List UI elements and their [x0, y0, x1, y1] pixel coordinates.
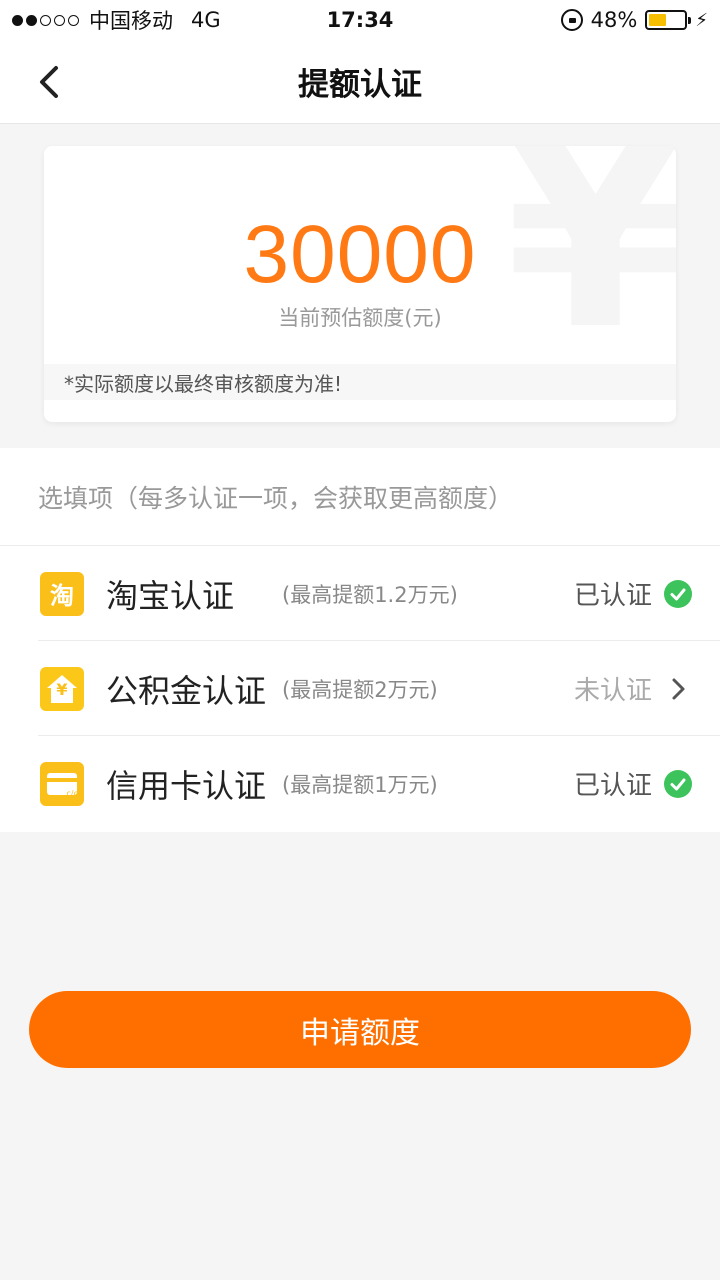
item-status: 未认证	[573, 676, 652, 706]
taobao-icon-glyph: 淘	[50, 582, 74, 610]
item-status: 已认证	[573, 771, 652, 801]
status-bar: 中国移动 4G 17:34 48% ⚡	[0, 0, 720, 40]
item-status: 已认证	[573, 581, 652, 611]
item-name: 公积金认证	[106, 671, 267, 710]
item-limit: (最高提额1.2万元)	[282, 582, 458, 607]
item-name: 淘宝认证	[106, 576, 235, 615]
status-left: 中国移动 4G	[12, 5, 221, 35]
check-circle-icon	[664, 579, 692, 608]
yen-glyph: ¥	[56, 679, 68, 699]
verify-item-housing-fund[interactable]: ¥ 公积金认证 (最高提额2万元) 未认证	[0, 641, 720, 736]
housing-fund-icon: ¥	[40, 666, 84, 711]
taobao-icon: 淘	[40, 571, 84, 616]
credit-card-icon: c/c	[40, 761, 84, 806]
check-circle-icon	[664, 769, 692, 798]
quota-amount: 30000	[243, 209, 477, 300]
section-header: 选填项（每多认证一项，会获取更高额度）	[0, 448, 720, 546]
carrier-label: 中国移动	[89, 9, 173, 33]
status-time: 17:34	[326, 8, 394, 32]
item-name: 信用卡认证	[106, 766, 267, 805]
chevron-right-icon	[672, 678, 685, 699]
cc-glyph: c/c	[66, 788, 79, 798]
battery-percent: 48%	[590, 8, 638, 32]
signal-icon	[12, 14, 79, 26]
rotation-lock-icon	[560, 9, 583, 31]
nav-bar: 提额认证	[0, 40, 720, 124]
quota-label: 当前预估额度(元)	[278, 306, 442, 330]
optional-section: 选填项（每多认证一项，会获取更高额度） 淘 淘宝认证 (最高提额1.2万元) 已…	[0, 448, 720, 832]
battery-icon	[645, 10, 692, 30]
page-title: 提额认证	[298, 67, 422, 103]
charging-icon: ⚡	[695, 9, 708, 31]
verify-item-taobao[interactable]: 淘 淘宝认证 (最高提额1.2万元) 已认证	[0, 546, 720, 641]
item-limit: (最高提额2万元)	[282, 677, 438, 702]
status-right: 48% ⚡	[560, 8, 708, 32]
quota-card: ¥ 30000 当前预估额度(元) *实际额度以最终审核额度为准!	[44, 146, 676, 422]
apply-quota-button[interactable]: 申请额度	[29, 991, 691, 1068]
network-label: 4G	[191, 8, 221, 32]
item-limit: (最高提额1万元)	[282, 772, 438, 797]
verify-item-credit-card[interactable]: c/c 信用卡认证 (最高提额1万元) 已认证	[0, 736, 720, 831]
back-button[interactable]	[30, 60, 74, 104]
quota-disclaimer: *实际额度以最终审核额度为准!	[44, 364, 676, 400]
chevron-left-icon	[40, 66, 58, 98]
